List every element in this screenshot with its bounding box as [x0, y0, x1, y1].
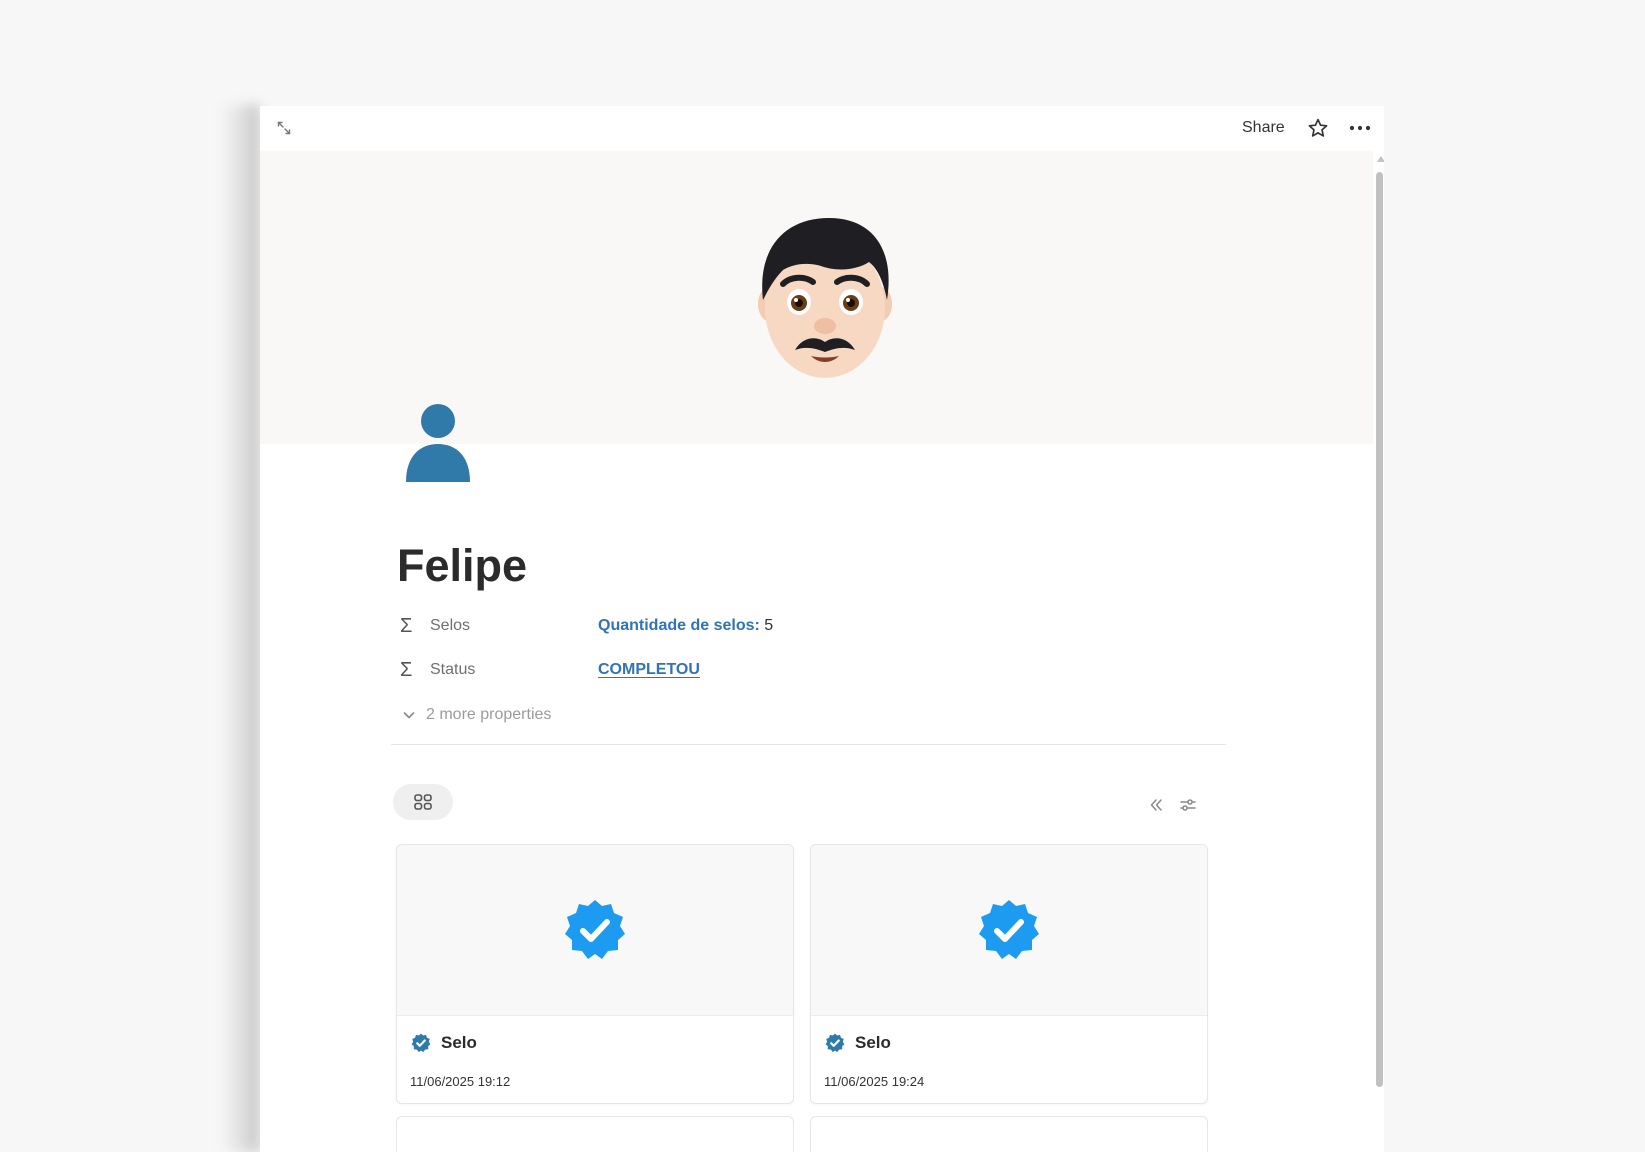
property-status[interactable]: Σ Status COMPLETOU — [400, 652, 1200, 688]
more-icon[interactable] — [1346, 114, 1374, 142]
gallery-card-partial[interactable] — [396, 1116, 794, 1152]
card-title-row: Selo — [825, 1031, 891, 1055]
property-value-label: Quantidade de selos: — [598, 617, 760, 634]
person-icon[interactable] — [400, 402, 476, 482]
verified-badge-icon — [411, 1033, 441, 1053]
page-title[interactable]: Felipe — [397, 540, 527, 592]
card-cover — [811, 845, 1207, 1016]
more-properties-label: 2 more properties — [426, 706, 552, 723]
panel-shadow — [220, 105, 260, 1152]
sliders-icon[interactable] — [1175, 792, 1201, 818]
card-title-row: Selo — [411, 1031, 477, 1055]
property-name: Status — [430, 661, 476, 678]
share-button[interactable]: Share — [1236, 115, 1291, 141]
man-mustache-emoji-icon — [758, 218, 892, 378]
gallery-card[interactable]: Selo 11/06/2025 19:24 — [810, 844, 1208, 1104]
page-cover[interactable] — [260, 151, 1374, 444]
gallery-view-button[interactable] — [393, 784, 453, 820]
chevron-down-icon — [402, 708, 426, 722]
verified-badge-icon — [979, 900, 1039, 959]
status-value: COMPLETOU — [598, 661, 700, 678]
expand-icon[interactable] — [272, 116, 296, 140]
gallery-card[interactable]: Selo 11/06/2025 19:12 — [396, 844, 794, 1104]
sigma-icon: Σ — [400, 614, 413, 637]
card-title: Selo — [855, 1033, 891, 1052]
double-chevron-left-icon[interactable] — [1143, 792, 1169, 818]
more-properties-toggle[interactable]: 2 more properties — [402, 702, 551, 728]
card-date: 11/06/2025 19:24 — [824, 1074, 925, 1089]
star-icon[interactable] — [1304, 114, 1332, 142]
gallery-grid-icon — [414, 794, 432, 810]
verified-badge-icon — [565, 900, 625, 959]
property-value-number: 5 — [764, 617, 774, 634]
property-name: Selos — [430, 617, 471, 634]
page-panel: Share Felipe Σ Selos Quantidade de selos… — [260, 106, 1384, 1152]
card-title: Selo — [441, 1033, 477, 1052]
card-date: 11/06/2025 19:12 — [410, 1074, 511, 1089]
scrollbar-thumb[interactable] — [1376, 172, 1383, 1087]
scroll-up-arrow-icon[interactable] — [1377, 156, 1384, 162]
property-value: Quantidade de selos: 5 — [598, 617, 773, 635]
property-selos[interactable]: Σ Selos Quantidade de selos: 5 — [400, 608, 1200, 644]
verified-badge-icon — [825, 1033, 855, 1053]
sigma-icon: Σ — [400, 658, 413, 681]
card-cover — [397, 845, 793, 1016]
top-bar: Share — [260, 106, 1384, 151]
divider — [391, 744, 1226, 745]
gallery-card-partial[interactable] — [810, 1116, 1208, 1152]
